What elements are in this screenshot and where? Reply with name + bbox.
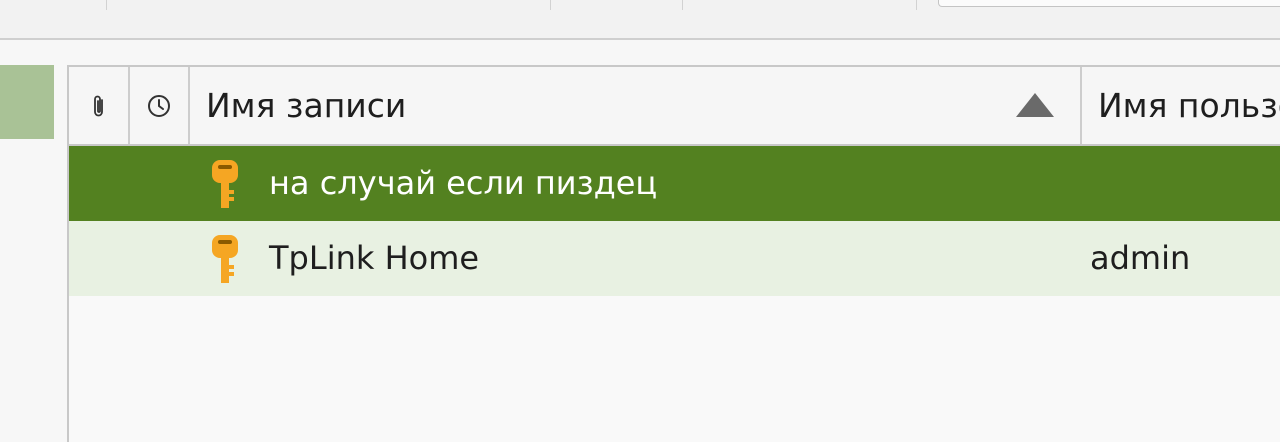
column-header-username[interactable]: Имя пользо: [1082, 67, 1280, 144]
table-header: Имя записи Имя пользо: [69, 67, 1280, 146]
key-icon: [212, 160, 238, 208]
clock-icon: [148, 94, 170, 117]
toolbar-separator: [550, 0, 551, 10]
entry-title: TpLink Home: [269, 239, 480, 277]
table-row[interactable]: на случай если пиздец: [69, 146, 1280, 221]
column-header-username-label: Имя пользо: [1098, 86, 1280, 125]
key-icon: [212, 235, 238, 283]
table-row[interactable]: TpLink Home admin: [69, 221, 1280, 296]
entry-title: на случай если пиздец: [269, 164, 658, 202]
search-input[interactable]: [938, 0, 1280, 7]
password-manager-window: Имя записи Имя пользо на случай если пиз…: [0, 0, 1280, 442]
sidebar-group-selected[interactable]: [0, 65, 54, 139]
toolbar-separator: [916, 0, 917, 10]
entries-table: Имя записи Имя пользо на случай если пиз…: [67, 65, 1280, 442]
toolbar-separator: [106, 0, 107, 10]
paperclip-icon: [93, 95, 103, 116]
column-header-attachments[interactable]: [69, 67, 130, 144]
column-header-title[interactable]: Имя записи: [190, 67, 1082, 144]
column-header-title-label: Имя записи: [206, 86, 407, 125]
sort-ascending-icon: [1016, 93, 1054, 117]
toolbar: [0, 0, 1280, 40]
toolbar-separator: [682, 0, 683, 10]
entry-username: admin: [1090, 239, 1191, 277]
column-header-modified[interactable]: [130, 67, 190, 144]
